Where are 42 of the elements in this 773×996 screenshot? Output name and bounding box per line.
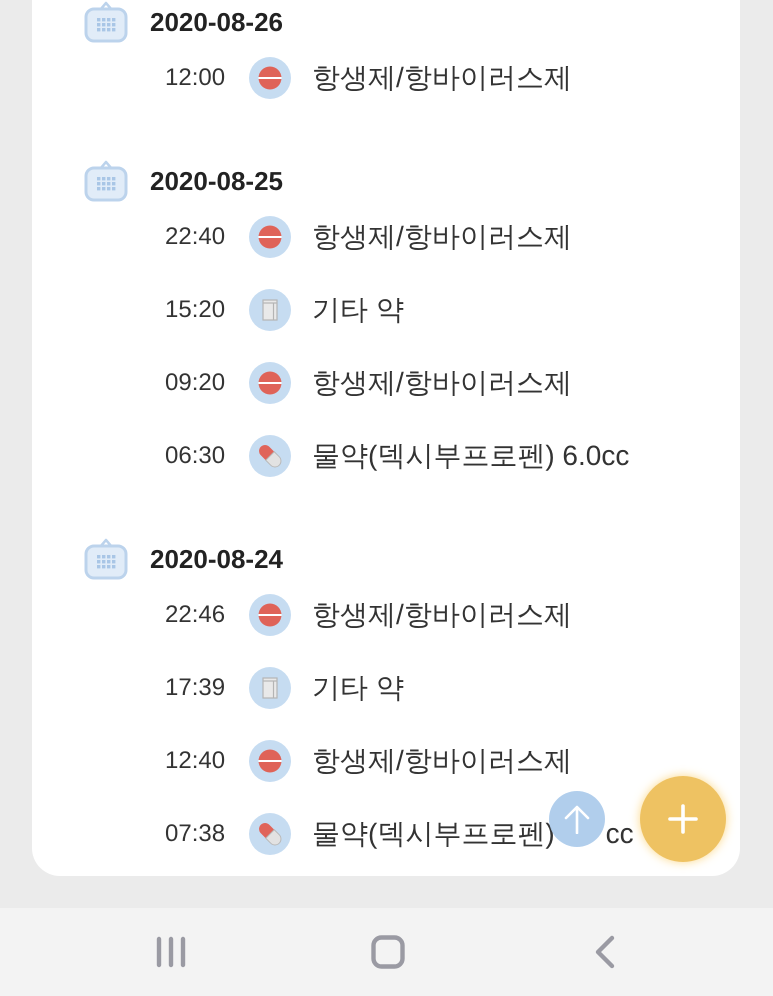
- date-heading: 2020-08-25: [150, 166, 283, 196]
- time-text: 07:38: [165, 820, 226, 848]
- tablet-icon: [249, 362, 291, 404]
- capsule-icon: [249, 812, 291, 854]
- home-button[interactable]: [370, 935, 404, 969]
- medicine-label: 항생제/항바이러스제: [312, 220, 572, 254]
- packet-icon: [249, 666, 291, 708]
- medicine-label: 항생제/항바이러스제: [312, 744, 572, 778]
- calendar-icon: [84, 538, 128, 580]
- tablet-icon: [249, 594, 291, 636]
- arrow-up-icon: [564, 804, 590, 834]
- dose-text: cc: [606, 818, 634, 850]
- time-text: 12:00: [165, 64, 226, 92]
- back-icon: [594, 935, 616, 969]
- date-heading: 2020-08-26: [150, 6, 283, 38]
- calendar-icon: [84, 160, 128, 202]
- medicine-label: 물약(덱시부프로펜): [312, 816, 555, 851]
- time-text: 22:40: [165, 222, 226, 250]
- medicine-label: 물약(덱시부프로펜) 6.0cc: [312, 438, 630, 473]
- time-text: 17:39: [165, 674, 226, 702]
- time-text: 12:40: [165, 746, 226, 774]
- time-text: 09:20: [165, 368, 226, 396]
- tablet-icon: [249, 56, 291, 98]
- home-icon: [370, 935, 404, 969]
- medicine-label: 기타 약: [312, 292, 404, 326]
- capsule-icon: [249, 434, 291, 476]
- recent-apps-icon: [156, 936, 186, 968]
- time-text: 22:46: [165, 600, 226, 628]
- medicine-label: 항생제/항바이러스제: [312, 60, 572, 94]
- plus-icon: [668, 804, 698, 834]
- medicine-label: 항생제/항바이러스제: [312, 598, 572, 632]
- tablet-icon: [249, 216, 291, 258]
- calendar-icon: [84, 1, 128, 43]
- medicine-label: 기타 약: [312, 670, 404, 704]
- recent-apps-button[interactable]: [156, 936, 186, 968]
- time-text: 15:20: [165, 296, 226, 324]
- medicine-label: 항생제/항바이러스제: [312, 366, 572, 400]
- back-button[interactable]: [594, 935, 616, 969]
- packet-icon: [249, 288, 291, 330]
- tablet-icon: [249, 740, 291, 782]
- time-text: 06:30: [165, 442, 226, 470]
- date-heading: 2020-08-24: [150, 544, 283, 574]
